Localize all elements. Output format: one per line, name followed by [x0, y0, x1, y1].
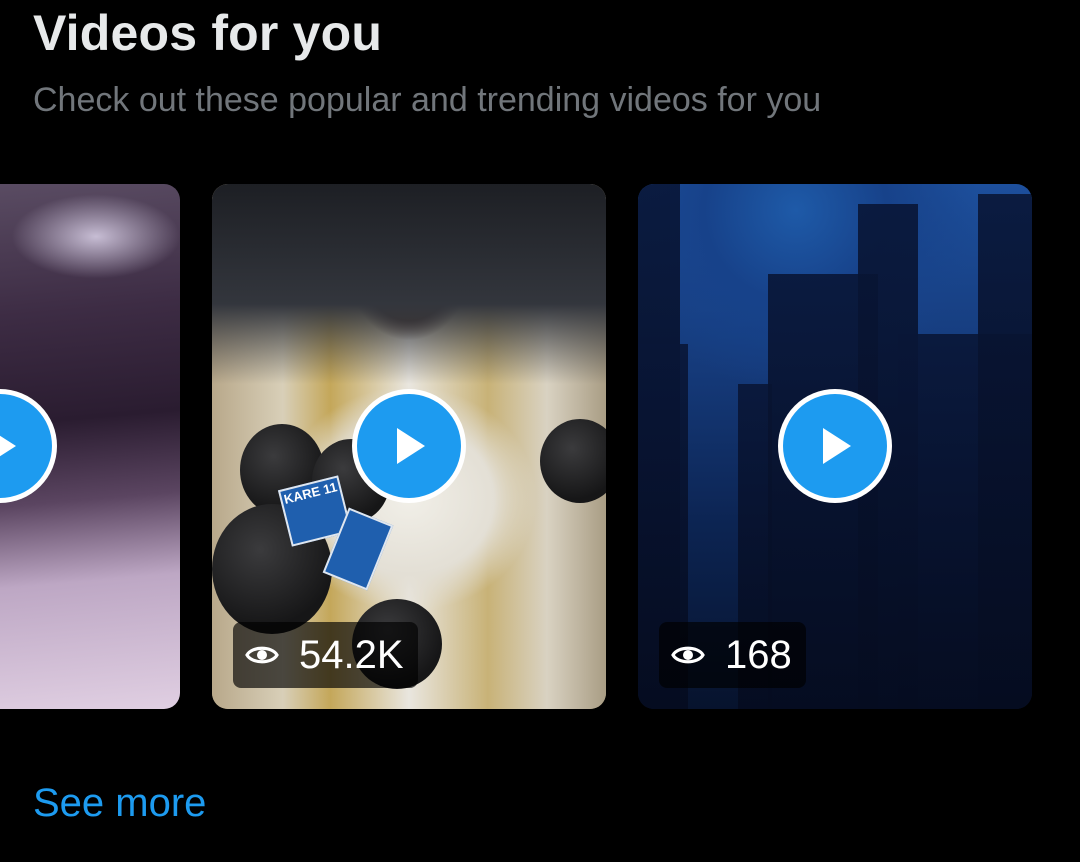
- view-count: 54.2K: [299, 632, 404, 677]
- video-card-2[interactable]: KARE 11 54.2K: [212, 184, 606, 709]
- see-more-link[interactable]: See more: [33, 778, 206, 828]
- play-icon: [823, 428, 851, 464]
- section-subtitle: Check out these popular and trending vid…: [33, 81, 822, 119]
- view-count: 168: [725, 632, 792, 677]
- view-count-badge: 168: [659, 622, 806, 688]
- view-count-badge: 54.2K: [233, 622, 418, 688]
- play-button[interactable]: [783, 394, 887, 498]
- microphone: [540, 419, 606, 503]
- video-card-3[interactable]: 168: [638, 184, 1032, 709]
- play-icon: [397, 428, 425, 464]
- section-title: Videos for you: [33, 5, 383, 61]
- play-button[interactable]: [357, 394, 461, 498]
- play-icon: [0, 435, 16, 457]
- eye-icon: [671, 643, 705, 667]
- eye-icon: [245, 643, 279, 667]
- video-card-1[interactable]: [0, 184, 180, 709]
- videos-for-you-section: Videos for you Check out these popular a…: [0, 0, 1080, 862]
